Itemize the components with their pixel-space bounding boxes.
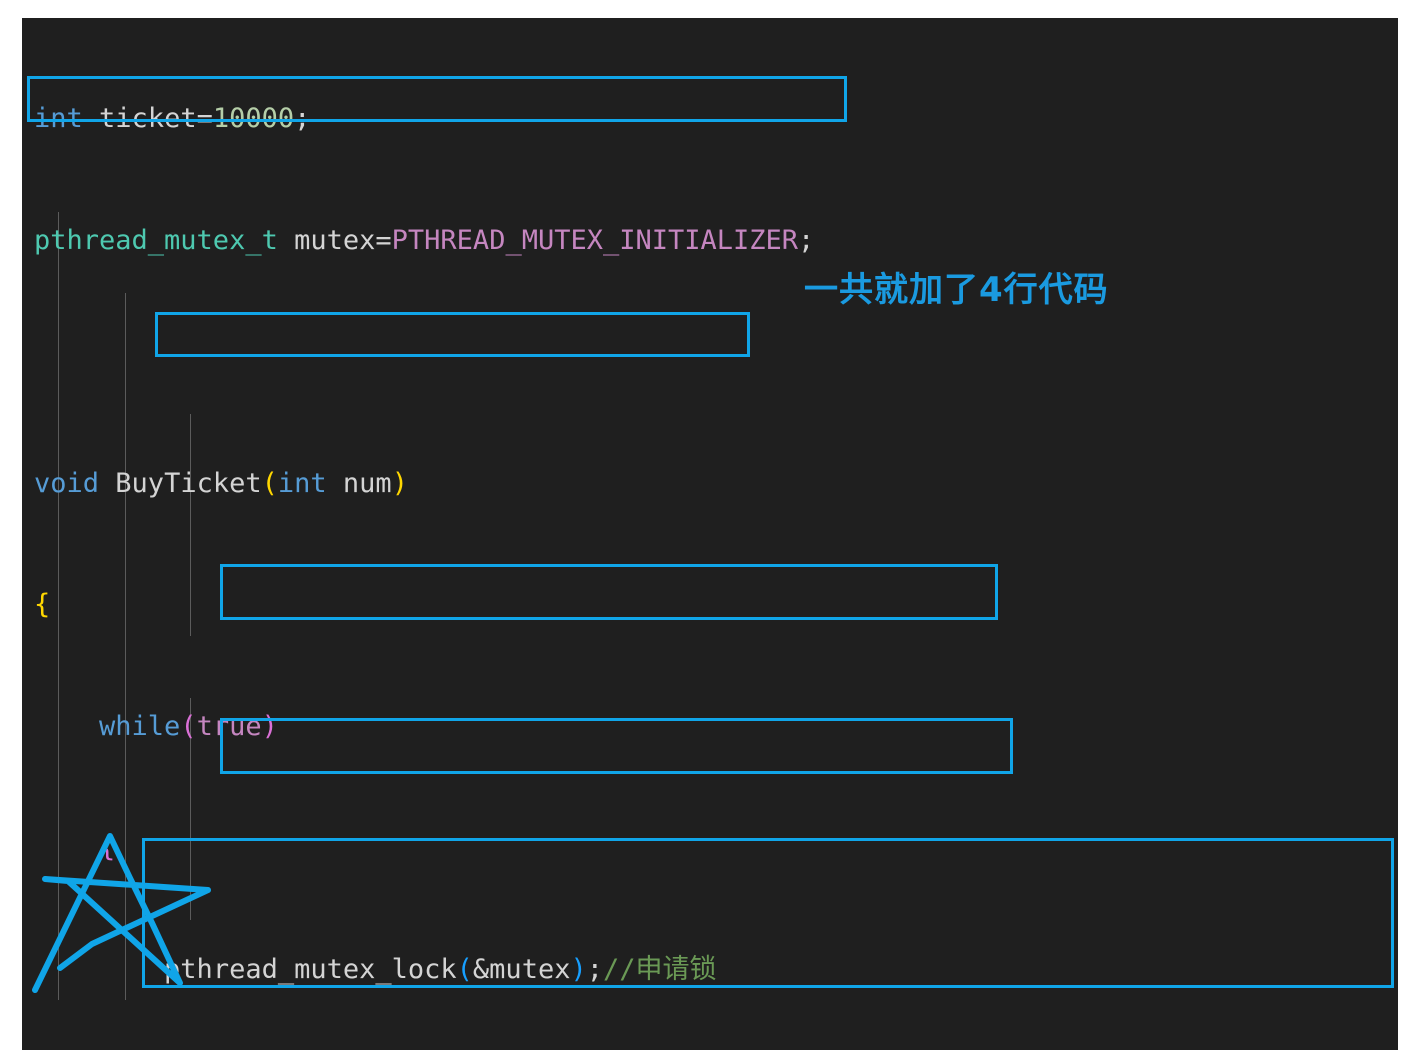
code-editor-canvas: int ticket=10000; pthread_mutex_t mutex=…	[22, 18, 1398, 1050]
code-token: (	[180, 710, 197, 742]
code-token: 10000	[212, 103, 295, 134]
code-token: ;	[294, 103, 311, 134]
code-line[interactable]	[22, 342, 1398, 383]
code-token: pthread_mutex_lock	[164, 953, 457, 985]
code-token: void	[34, 467, 100, 499]
code-line[interactable]: {	[22, 585, 1398, 626]
code-token: )	[261, 710, 278, 742]
code-token: ;	[798, 224, 815, 256]
code-token: ;	[586, 953, 603, 985]
code-line[interactable]: while(true)	[22, 707, 1398, 748]
code-line[interactable]: void BuyTicket(int num)	[22, 464, 1398, 505]
code-token: num	[342, 467, 392, 499]
code-token: (	[261, 467, 278, 499]
code-line[interactable]: pthread_mutex_t mutex=PTHREAD_MUTEX_INIT…	[22, 221, 1398, 262]
code-token: int	[34, 103, 83, 134]
code-token: //申请锁	[603, 953, 717, 985]
code-token: BuyTicket	[115, 467, 262, 499]
code-token: &mutex	[472, 953, 571, 985]
code-token: =	[375, 224, 392, 256]
source-code[interactable]: int ticket=10000; pthread_mutex_t mutex=…	[22, 18, 1398, 1050]
code-token: {	[34, 589, 51, 620]
code-token: (	[456, 953, 473, 985]
code-line[interactable]: int ticket=10000;	[22, 99, 1398, 140]
code-token: =	[196, 103, 213, 134]
code-token: PTHREAD_MUTEX_INITIALIZER	[391, 224, 799, 256]
code-token: pthread_mutex_t	[34, 224, 278, 256]
code-token: )	[570, 953, 587, 985]
code-token: {	[99, 832, 116, 863]
code-line[interactable]: {	[22, 828, 1398, 869]
code-token: )	[391, 467, 408, 499]
annotation-note-text: 一共就加了4行代码	[804, 270, 1109, 310]
code-line[interactable]: pthread_mutex_lock(&mutex);//申请锁	[22, 950, 1398, 991]
code-token: true	[196, 710, 262, 742]
code-token: int	[277, 467, 327, 499]
code-token: while	[99, 710, 181, 742]
code-token: ticket	[99, 103, 197, 134]
code-token: mutex	[294, 224, 376, 256]
